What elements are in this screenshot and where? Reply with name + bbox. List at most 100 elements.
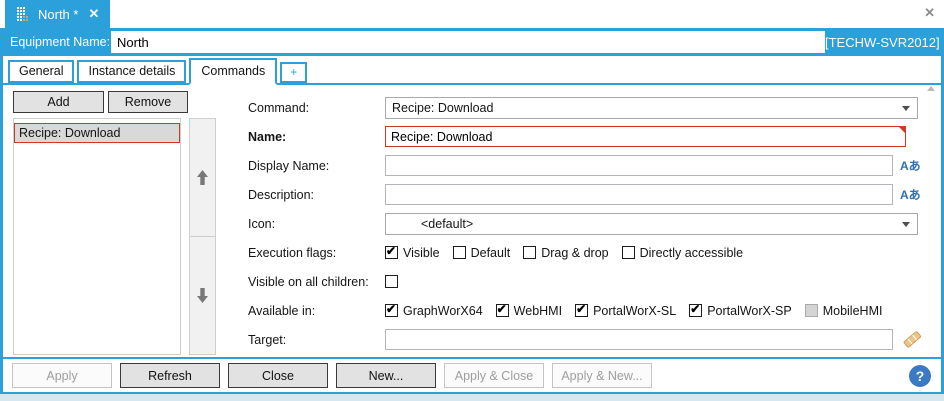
list-body: Recipe: Download (13, 118, 216, 355)
default-checkbox[interactable] (453, 246, 466, 259)
execution-flags-row: Execution flags: Visible Default Drag & … (248, 238, 941, 267)
tab-instance-details[interactable]: Instance details (77, 60, 186, 83)
document-tab-north[interactable]: North * ✕ (5, 0, 110, 28)
command-value: Recipe: Download (392, 101, 493, 115)
footer-button-bar: Apply Refresh Close New... Apply & Close… (0, 357, 944, 394)
command-label: Command: (248, 101, 385, 115)
chevron-down-icon[interactable] (902, 106, 910, 111)
equipment-building-icon (16, 7, 31, 22)
equipment-config-window: North * ✕ ✕ Equipment Name: [TECHW-SVR20… (0, 0, 944, 401)
refresh-button[interactable]: Refresh (120, 363, 220, 388)
portalworx-sl-checkbox[interactable] (575, 304, 588, 317)
close-button[interactable]: Close (228, 363, 328, 388)
icon-label: Icon: (248, 217, 385, 231)
flag-visible: Visible (385, 246, 440, 260)
display-name-label: Display Name: (248, 159, 385, 173)
available-in-label: Available in: (248, 304, 385, 318)
list-item-recipe-download[interactable]: Recipe: Download (14, 123, 180, 143)
visible-on-all-children-row: Visible on all children: (248, 267, 941, 296)
drag-drop-checkbox[interactable] (523, 246, 536, 259)
available-in-group: GraphWorX64 WebHMI PortalWorX-SL PortalW… (385, 304, 895, 318)
equipment-name-label: Equipment Name: (10, 35, 111, 49)
graphworx64-checkbox-label[interactable]: GraphWorX64 (403, 304, 483, 318)
new-button[interactable]: New... (336, 363, 436, 388)
name-validation-wrap (385, 126, 906, 147)
execution-flags-label: Execution flags: (248, 246, 385, 260)
chevron-down-icon[interactable] (902, 222, 910, 227)
name-row: Name: (248, 122, 941, 151)
visible-checkbox[interactable] (385, 246, 398, 259)
equipment-name-bar: Equipment Name: [TECHW-SVR2012] (0, 28, 944, 56)
up-arrow-icon (196, 169, 209, 186)
icon-select[interactable]: <default> (385, 213, 918, 235)
description-label: Description: (248, 188, 385, 202)
visible-on-all-children-label: Visible on all children: (248, 275, 385, 289)
description-input[interactable] (385, 184, 893, 205)
pane-close-icon[interactable]: ✕ (924, 6, 935, 20)
mobilehmi-checkbox-label: MobileHMI (823, 304, 883, 318)
default-checkbox-label[interactable]: Default (471, 246, 511, 260)
apply-and-new-button[interactable]: Apply & New... (552, 363, 652, 388)
target-label: Target: (248, 333, 385, 347)
add-button[interactable]: Add (13, 91, 104, 113)
flag-drag-drop: Drag & drop (523, 246, 608, 260)
webhmi-checkbox[interactable] (496, 304, 509, 317)
visible-on-all-children-checkbox[interactable] (385, 275, 398, 288)
target-row: Target: (248, 325, 941, 354)
flag-directly-accessible: Directly accessible (622, 246, 744, 260)
command-form: Command: Recipe: Download Name: Display … (216, 85, 941, 357)
display-name-input[interactable] (385, 155, 893, 176)
apply-and-close-button[interactable]: Apply & Close (444, 363, 544, 388)
name-label: Name: (248, 130, 385, 144)
portalworx-sp-checkbox-label[interactable]: PortalWorX-SP (707, 304, 792, 318)
remove-button[interactable]: Remove (108, 91, 188, 113)
icon-value: <default> (392, 217, 473, 231)
equipment-name-input[interactable] (111, 31, 825, 53)
available-mobilehmi: MobileHMI (805, 304, 883, 318)
description-row: Description: Aあ (248, 180, 941, 209)
commands-tab-content: Add Remove Recipe: Download (0, 85, 944, 357)
list-button-row: Add Remove (13, 91, 216, 113)
apply-button[interactable]: Apply (12, 363, 112, 388)
document-tab-bar: North * ✕ ✕ (0, 0, 944, 28)
available-graphworx64: GraphWorX64 (385, 304, 483, 318)
available-webhmi: WebHMI (496, 304, 562, 318)
commands-listbox[interactable]: Recipe: Download (13, 118, 181, 355)
help-icon[interactable]: ? (909, 365, 931, 387)
tab-commands[interactable]: Commands (189, 58, 277, 85)
splitter-grip[interactable] (927, 86, 935, 91)
portalworx-sp-checkbox[interactable] (689, 304, 702, 317)
move-up-button[interactable] (190, 119, 215, 236)
command-select[interactable]: Recipe: Download (385, 97, 918, 119)
available-portalworx-sl: PortalWorX-SL (575, 304, 676, 318)
portalworx-sl-checkbox-label[interactable]: PortalWorX-SL (593, 304, 676, 318)
drag-drop-checkbox-label[interactable]: Drag & drop (541, 246, 608, 260)
available-portalworx-sp: PortalWorX-SP (689, 304, 792, 318)
localize-text-icon[interactable]: Aあ (900, 186, 921, 203)
document-tab-close-icon[interactable]: ✕ (88, 6, 99, 22)
name-input[interactable] (385, 126, 906, 147)
tag-browse-icon[interactable] (902, 330, 922, 349)
command-row: Command: Recipe: Download (248, 93, 941, 122)
graphworx64-checkbox[interactable] (385, 304, 398, 317)
visible-checkbox-label[interactable]: Visible (403, 246, 440, 260)
bottom-strip (0, 394, 944, 401)
document-tab-title: North * (38, 7, 78, 22)
server-badge: [TECHW-SVR2012] (825, 35, 944, 50)
reorder-arrows (189, 118, 216, 355)
mobilehmi-checkbox (805, 304, 818, 317)
directly-accessible-checkbox[interactable] (622, 246, 635, 259)
tab-general[interactable]: General (8, 60, 74, 83)
execution-flags-group: Visible Default Drag & drop Directly acc… (385, 246, 756, 260)
down-arrow-icon (196, 287, 209, 304)
directly-accessible-checkbox-label[interactable]: Directly accessible (640, 246, 744, 260)
icon-row: Icon: <default> (248, 209, 941, 238)
available-in-row: Available in: GraphWorX64 WebHMI PortalW… (248, 296, 941, 325)
webhmi-checkbox-label[interactable]: WebHMI (514, 304, 562, 318)
target-input[interactable] (385, 329, 893, 350)
display-name-row: Display Name: Aあ (248, 151, 941, 180)
tab-strip: General Instance details Commands + (0, 56, 944, 85)
move-down-button[interactable] (190, 236, 215, 354)
tab-add[interactable]: + (280, 62, 307, 83)
localize-text-icon[interactable]: Aあ (900, 157, 921, 174)
